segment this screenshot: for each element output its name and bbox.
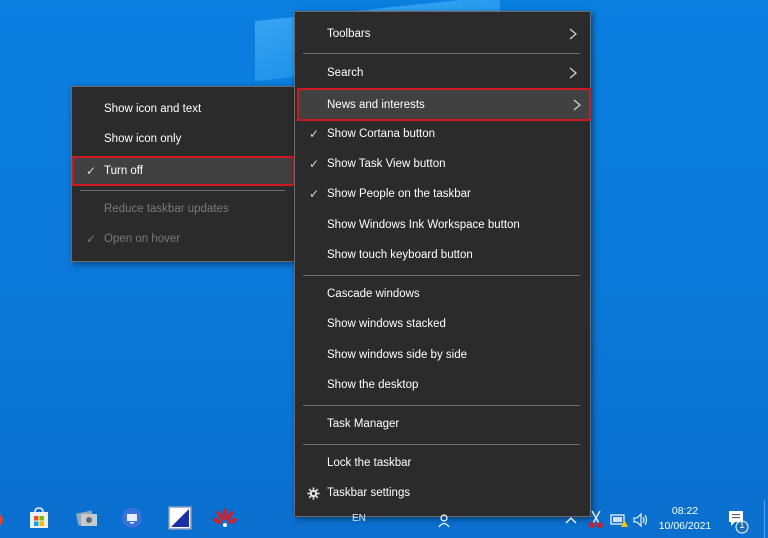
chevron-right-icon bbox=[573, 99, 582, 110]
photo-app-icon[interactable] bbox=[75, 506, 99, 530]
menu-item-label: Toolbars bbox=[327, 28, 371, 40]
menu-item-show-touch-keyboard-button[interactable]: Show touch keyboard button bbox=[299, 241, 586, 269]
news-and-interests-submenu: Show icon and text Show icon only ✓ Turn… bbox=[71, 86, 296, 262]
checkmark-icon: ✓ bbox=[85, 232, 97, 246]
submenu-item-open-on-hover[interactable]: ✓ Open on hover bbox=[76, 225, 291, 253]
menu-item-label: Lock the taskbar bbox=[327, 457, 412, 469]
submenu-item-label: Show icon only bbox=[104, 133, 182, 145]
menu-item-label: Show touch keyboard button bbox=[327, 249, 473, 261]
menu-separator bbox=[303, 444, 580, 445]
snipping-tool-icon[interactable] bbox=[588, 509, 604, 529]
language-indicator[interactable]: EN bbox=[352, 513, 366, 524]
submenu-item-reduce-taskbar-updates[interactable]: Reduce taskbar updates bbox=[76, 195, 291, 223]
menu-item-show-windows-stacked[interactable]: Show windows stacked bbox=[299, 310, 586, 338]
menu-item-label: Show windows side by side bbox=[327, 349, 467, 361]
taskbar-context-menu: Toolbars Search News and interests ✓ Sho… bbox=[294, 11, 591, 517]
submenu-item-label: Open on hover bbox=[104, 233, 181, 245]
diagonal-app-icon[interactable] bbox=[168, 506, 192, 530]
menu-item-show-cortana-button[interactable]: ✓ Show Cortana button bbox=[299, 120, 586, 148]
clock-date[interactable]: 10/06/2021 bbox=[652, 520, 718, 532]
volume-icon[interactable] bbox=[632, 512, 650, 528]
checkmark-icon: ✓ bbox=[85, 164, 97, 178]
checkmark-icon: ✓ bbox=[308, 157, 320, 171]
menu-item-label: Show Cortana button bbox=[327, 128, 436, 140]
menu-separator bbox=[303, 405, 580, 406]
menu-item-search[interactable]: Search bbox=[299, 59, 586, 87]
menu-separator bbox=[303, 275, 580, 276]
submenu-item-label: Turn off bbox=[104, 165, 143, 177]
menu-item-show-the-desktop[interactable]: Show the desktop bbox=[299, 371, 586, 399]
menu-item-label: Show Windows Ink Workspace button bbox=[327, 219, 520, 231]
chevron-right-icon bbox=[569, 67, 578, 79]
show-hidden-icons-chevron-icon[interactable] bbox=[564, 512, 578, 524]
menu-item-cascade-windows[interactable]: Cascade windows bbox=[299, 280, 586, 308]
menu-item-label: News and interests bbox=[327, 98, 425, 111]
submenu-item-turn-off[interactable]: ✓ Turn off bbox=[72, 156, 295, 186]
show-desktop-button[interactable] bbox=[764, 500, 765, 538]
checkmark-icon: ✓ bbox=[308, 127, 320, 141]
menu-item-label: Cascade windows bbox=[327, 288, 420, 300]
huawei-icon[interactable] bbox=[212, 506, 238, 530]
submenu-item-label: Show icon and text bbox=[104, 103, 202, 115]
menu-item-label: Search bbox=[327, 67, 364, 79]
menu-item-show-windows-ink-workspace-button[interactable]: Show Windows Ink Workspace button bbox=[299, 211, 586, 239]
submenu-item-show-icon-only[interactable]: Show icon only bbox=[76, 125, 291, 153]
checkmark-icon: ✓ bbox=[308, 187, 320, 201]
submenu-item-show-icon-and-text[interactable]: Show icon and text bbox=[76, 95, 291, 123]
taskbar-app-icon-partial[interactable] bbox=[0, 506, 8, 530]
submenu-item-label: Reduce taskbar updates bbox=[104, 203, 229, 215]
menu-item-show-windows-side-by-side[interactable]: Show windows side by side bbox=[299, 341, 586, 369]
clock-time[interactable]: 08:22 bbox=[655, 505, 715, 517]
network-warning-icon[interactable] bbox=[610, 512, 628, 528]
menu-item-news-and-interests[interactable]: News and interests bbox=[297, 88, 591, 121]
menu-item-task-manager[interactable]: Task Manager bbox=[299, 410, 586, 438]
people-icon[interactable] bbox=[438, 514, 452, 528]
menu-item-label: Show the desktop bbox=[327, 379, 419, 391]
menu-item-show-task-view-button[interactable]: ✓ Show Task View button bbox=[299, 150, 586, 178]
menu-item-label: Show Task View button bbox=[327, 158, 446, 170]
chevron-right-icon bbox=[569, 28, 578, 40]
menu-item-taskbar-settings[interactable]: Taskbar settings bbox=[299, 479, 586, 507]
menu-item-label: Show People on the taskbar bbox=[327, 188, 471, 200]
action-center-icon[interactable]: 1 bbox=[727, 509, 751, 535]
remote-desktop-icon[interactable] bbox=[120, 506, 144, 530]
notification-count-badge: 1 bbox=[739, 520, 745, 530]
menu-item-label: Taskbar settings bbox=[327, 487, 411, 499]
menu-item-label: Task Manager bbox=[327, 418, 400, 430]
menu-item-toolbars[interactable]: Toolbars bbox=[299, 20, 586, 48]
microsoft-store-icon[interactable] bbox=[27, 506, 51, 530]
menu-separator bbox=[303, 53, 580, 54]
menu-separator bbox=[80, 190, 285, 191]
menu-item-show-people-on-taskbar[interactable]: ✓ Show People on the taskbar bbox=[299, 180, 586, 208]
menu-item-lock-the-taskbar[interactable]: Lock the taskbar bbox=[299, 449, 586, 477]
menu-item-label: Show windows stacked bbox=[327, 318, 446, 330]
gear-icon bbox=[307, 486, 320, 500]
